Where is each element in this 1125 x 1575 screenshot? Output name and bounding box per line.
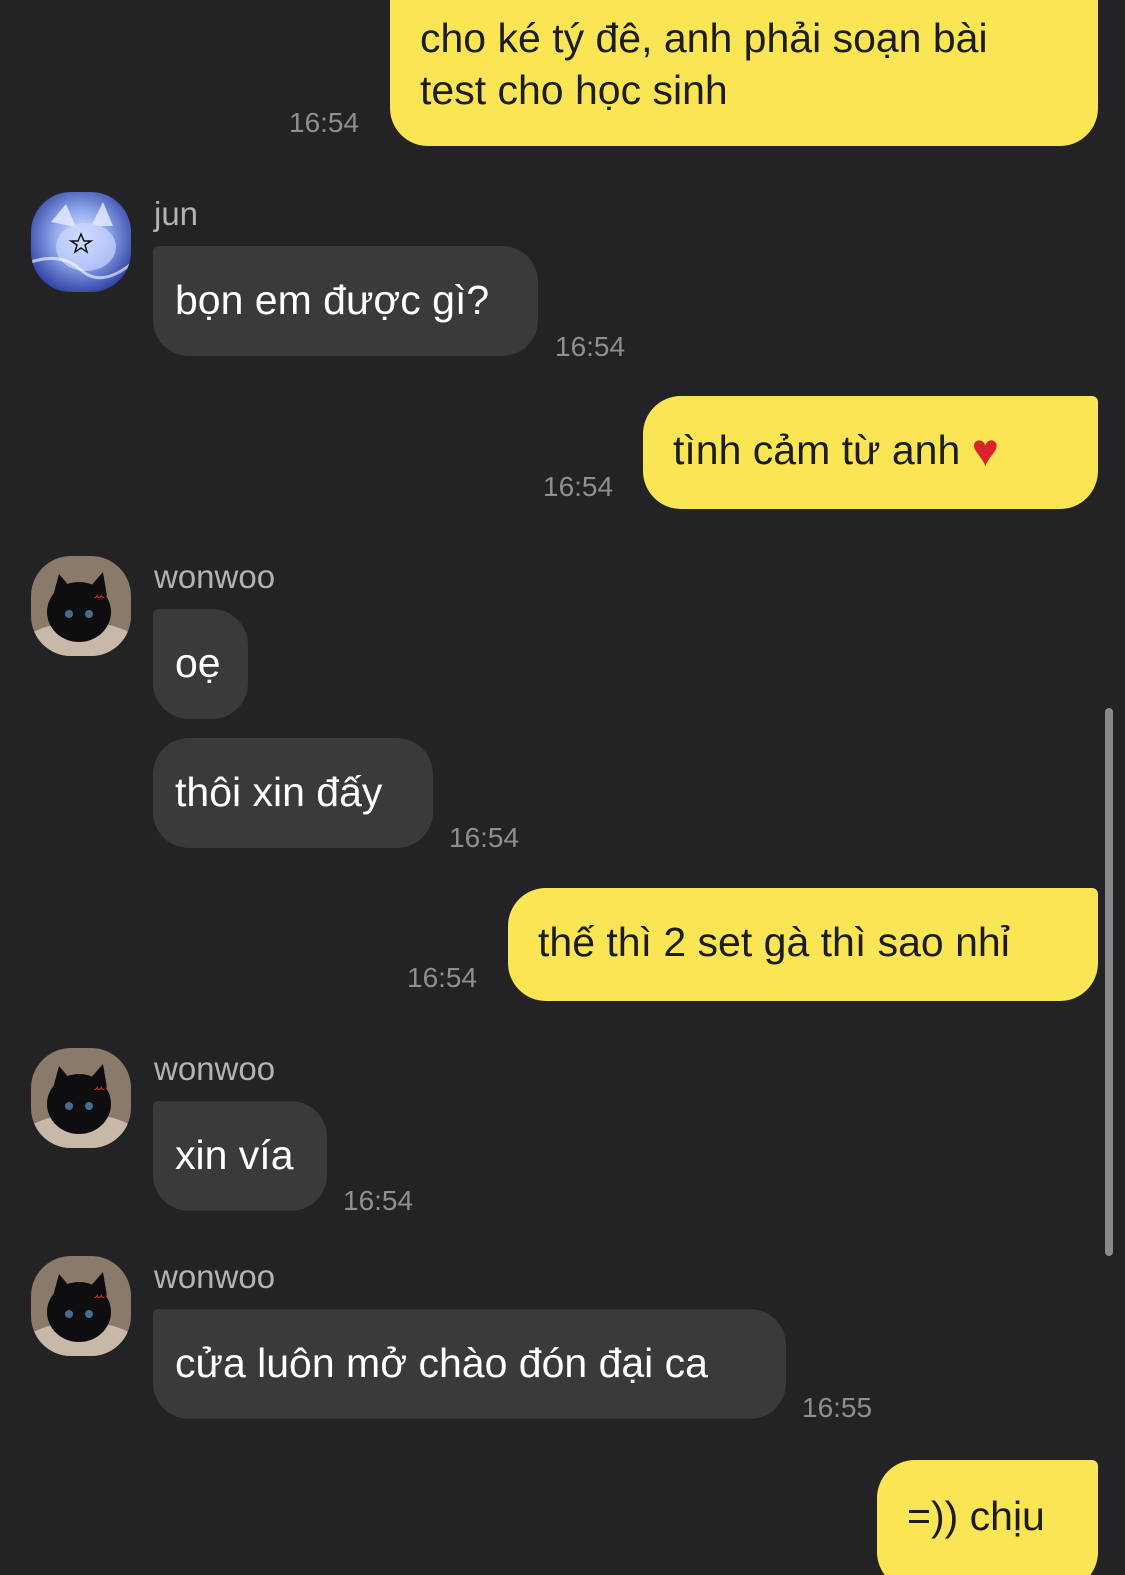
message-text: =)) chịu (907, 1493, 1045, 1539)
message-timestamp: 16:54 (449, 822, 520, 853)
incoming-message-bubble[interactable]: bọn em được gì? (153, 246, 538, 356)
avatar-blue-cat-icon (31, 192, 131, 292)
outgoing-message-bubble[interactable]: thế thì 2 set gà thì sao nhỉ (508, 888, 1098, 1001)
message-text: thế thì 2 set gà thì sao nhỉ (538, 919, 1010, 965)
incoming-message-bubble[interactable]: xin vía (153, 1101, 327, 1211)
outgoing-message-bubble[interactable]: cho ké tý đê, anh phải soạn bài test cho… (390, 0, 1098, 146)
message-text: xin vía (175, 1132, 294, 1178)
message-timestamp: 16:54 (555, 331, 626, 362)
message-text: thôi xin đấy (175, 769, 383, 815)
incoming-message-bubble[interactable]: oẹ (153, 609, 248, 719)
chat-message-list[interactable]: cho ké tý đê, anh phải soạn bài test cho… (0, 0, 1125, 1575)
outgoing-message-bubble[interactable]: =)) chịu (877, 1460, 1098, 1575)
message-timestamp: 16:54 (407, 962, 478, 993)
svg-text:ꕀ: ꕀ (93, 1080, 106, 1096)
heart-icon: ♥ (971, 424, 999, 476)
message-text: cửa luôn mở chào đón đại ca (175, 1340, 708, 1386)
incoming-message-bubble[interactable]: cửa luôn mở chào đón đại ca (153, 1309, 786, 1419)
message-text-line: test cho học sinh (420, 67, 728, 113)
message-text: oẹ (175, 640, 221, 686)
message-timestamp: 16:54 (543, 471, 614, 502)
message-timestamp: 16:55 (802, 1392, 873, 1423)
message-timestamp: 16:54 (289, 107, 360, 138)
avatar-black-cat-icon: ꕀ (31, 1048, 131, 1148)
sender-name: wonwoo (154, 1258, 276, 1295)
avatar-wonwoo[interactable]: ꕀ (31, 1048, 131, 1148)
message-text: bọn em được gì? (175, 277, 490, 323)
avatar-wonwoo[interactable]: ꕀ (31, 556, 131, 656)
incoming-message-bubble[interactable]: thôi xin đấy (153, 738, 433, 848)
message-text: tình cảm từ anh (673, 427, 961, 473)
message-timestamp: 16:54 (343, 1185, 414, 1216)
svg-text:ꕀ: ꕀ (93, 588, 106, 604)
message-text-line: cho ké tý đê, anh phải soạn bài (420, 15, 988, 61)
sender-name: jun (154, 195, 199, 232)
avatar-black-cat-icon: ꕀ (31, 556, 131, 656)
outgoing-message-bubble[interactable]: tình cảm từ anh ♥ (643, 396, 1098, 509)
avatar-jun[interactable] (31, 192, 131, 292)
scrollbar[interactable] (1105, 708, 1113, 1256)
svg-text:ꕀ: ꕀ (93, 1288, 106, 1304)
sender-name: wonwoo (154, 558, 276, 595)
sender-name: wonwoo (154, 1050, 276, 1087)
avatar-wonwoo[interactable]: ꕀ (31, 1256, 131, 1356)
avatar-black-cat-icon: ꕀ (31, 1256, 131, 1356)
